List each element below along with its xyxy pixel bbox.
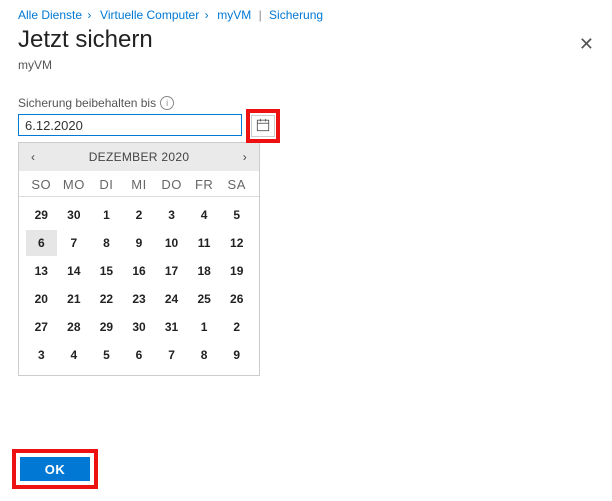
calendar-day[interactable]: 1 (189, 314, 220, 340)
retain-until-input[interactable] (18, 114, 242, 136)
calendar-popup: ‹ DEZEMBER 2020 › SOMODIMIDOFRSA 2930123… (18, 142, 260, 376)
breadcrumb-separator: | (259, 8, 262, 22)
calendar-day[interactable]: 6 (26, 230, 57, 256)
calendar-day[interactable]: 24 (156, 286, 187, 312)
calendar-day[interactable]: 29 (26, 202, 57, 228)
calendar-day[interactable]: 3 (26, 342, 57, 368)
calendar-day[interactable]: 12 (221, 230, 252, 256)
calendar-day[interactable]: 16 (124, 258, 155, 284)
calendar-day[interactable]: 26 (221, 286, 252, 312)
highlight-calendar-button (246, 109, 280, 143)
calendar-day[interactable]: 30 (124, 314, 155, 340)
calendar-day[interactable]: 17 (156, 258, 187, 284)
calendar-day[interactable]: 11 (189, 230, 220, 256)
calendar-day[interactable]: 20 (26, 286, 57, 312)
breadcrumb-link-vms[interactable]: Virtuelle Computer (100, 8, 199, 22)
breadcrumb: Alle Dienste › Virtuelle Computer › myVM… (18, 8, 594, 22)
page-subtitle: myVM (18, 58, 594, 72)
calendar-icon (256, 118, 270, 135)
calendar-dayname: DI (90, 177, 123, 192)
calendar-day[interactable]: 4 (189, 202, 220, 228)
calendar-title[interactable]: DEZEMBER 2020 (89, 150, 190, 164)
date-field-label: Sicherung beibehalten bis i (18, 96, 594, 110)
close-icon[interactable]: ✕ (579, 26, 594, 56)
breadcrumb-link-myvm[interactable]: myVM (217, 8, 251, 22)
calendar-day[interactable]: 21 (59, 286, 90, 312)
calendar-next-button[interactable]: › (239, 148, 251, 166)
calendar-dayname: MO (58, 177, 91, 192)
calendar-day[interactable]: 19 (221, 258, 252, 284)
calendar-day[interactable]: 5 (221, 202, 252, 228)
page-title: Jetzt sichern (18, 26, 153, 54)
calendar-day[interactable]: 9 (124, 230, 155, 256)
calendar-day[interactable]: 15 (91, 258, 122, 284)
calendar-day[interactable]: 28 (59, 314, 90, 340)
calendar-day[interactable]: 6 (124, 342, 155, 368)
calendar-dayname: DO (155, 177, 188, 192)
calendar-day[interactable]: 1 (91, 202, 122, 228)
calendar-day[interactable]: 2 (124, 202, 155, 228)
calendar-dayname: SO (25, 177, 58, 192)
calendar-day[interactable]: 8 (189, 342, 220, 368)
breadcrumb-current: Sicherung (269, 8, 323, 22)
calendar-day[interactable]: 31 (156, 314, 187, 340)
calendar-day[interactable]: 5 (91, 342, 122, 368)
calendar-day[interactable]: 7 (59, 230, 90, 256)
info-icon[interactable]: i (160, 96, 174, 110)
calendar-day[interactable]: 13 (26, 258, 57, 284)
chevron-right-icon: › (87, 8, 91, 22)
retain-until-label: Sicherung beibehalten bis (18, 96, 156, 110)
calendar-day[interactable]: 3 (156, 202, 187, 228)
calendar-button[interactable] (251, 115, 275, 137)
calendar-day[interactable]: 27 (26, 314, 57, 340)
calendar-dayname: FR (188, 177, 221, 192)
calendar-day[interactable]: 22 (91, 286, 122, 312)
calendar-day[interactable]: 8 (91, 230, 122, 256)
calendar-day[interactable]: 25 (189, 286, 220, 312)
calendar-day[interactable]: 14 (59, 258, 90, 284)
calendar-day[interactable]: 23 (124, 286, 155, 312)
ok-button[interactable]: OK (20, 457, 90, 481)
calendar-day[interactable]: 7 (156, 342, 187, 368)
calendar-prev-button[interactable]: ‹ (27, 148, 39, 166)
calendar-day[interactable]: 29 (91, 314, 122, 340)
breadcrumb-link-all-services[interactable]: Alle Dienste (18, 8, 82, 22)
calendar-day[interactable]: 18 (189, 258, 220, 284)
calendar-day[interactable]: 2 (221, 314, 252, 340)
calendar-day[interactable]: 9 (221, 342, 252, 368)
calendar-dayname: MI (123, 177, 156, 192)
chevron-right-icon: › (205, 8, 209, 22)
calendar-dayname: SA (220, 177, 253, 192)
highlight-ok-button: OK (12, 449, 98, 489)
calendar-day[interactable]: 10 (156, 230, 187, 256)
calendar-day[interactable]: 30 (59, 202, 90, 228)
calendar-day[interactable]: 4 (59, 342, 90, 368)
